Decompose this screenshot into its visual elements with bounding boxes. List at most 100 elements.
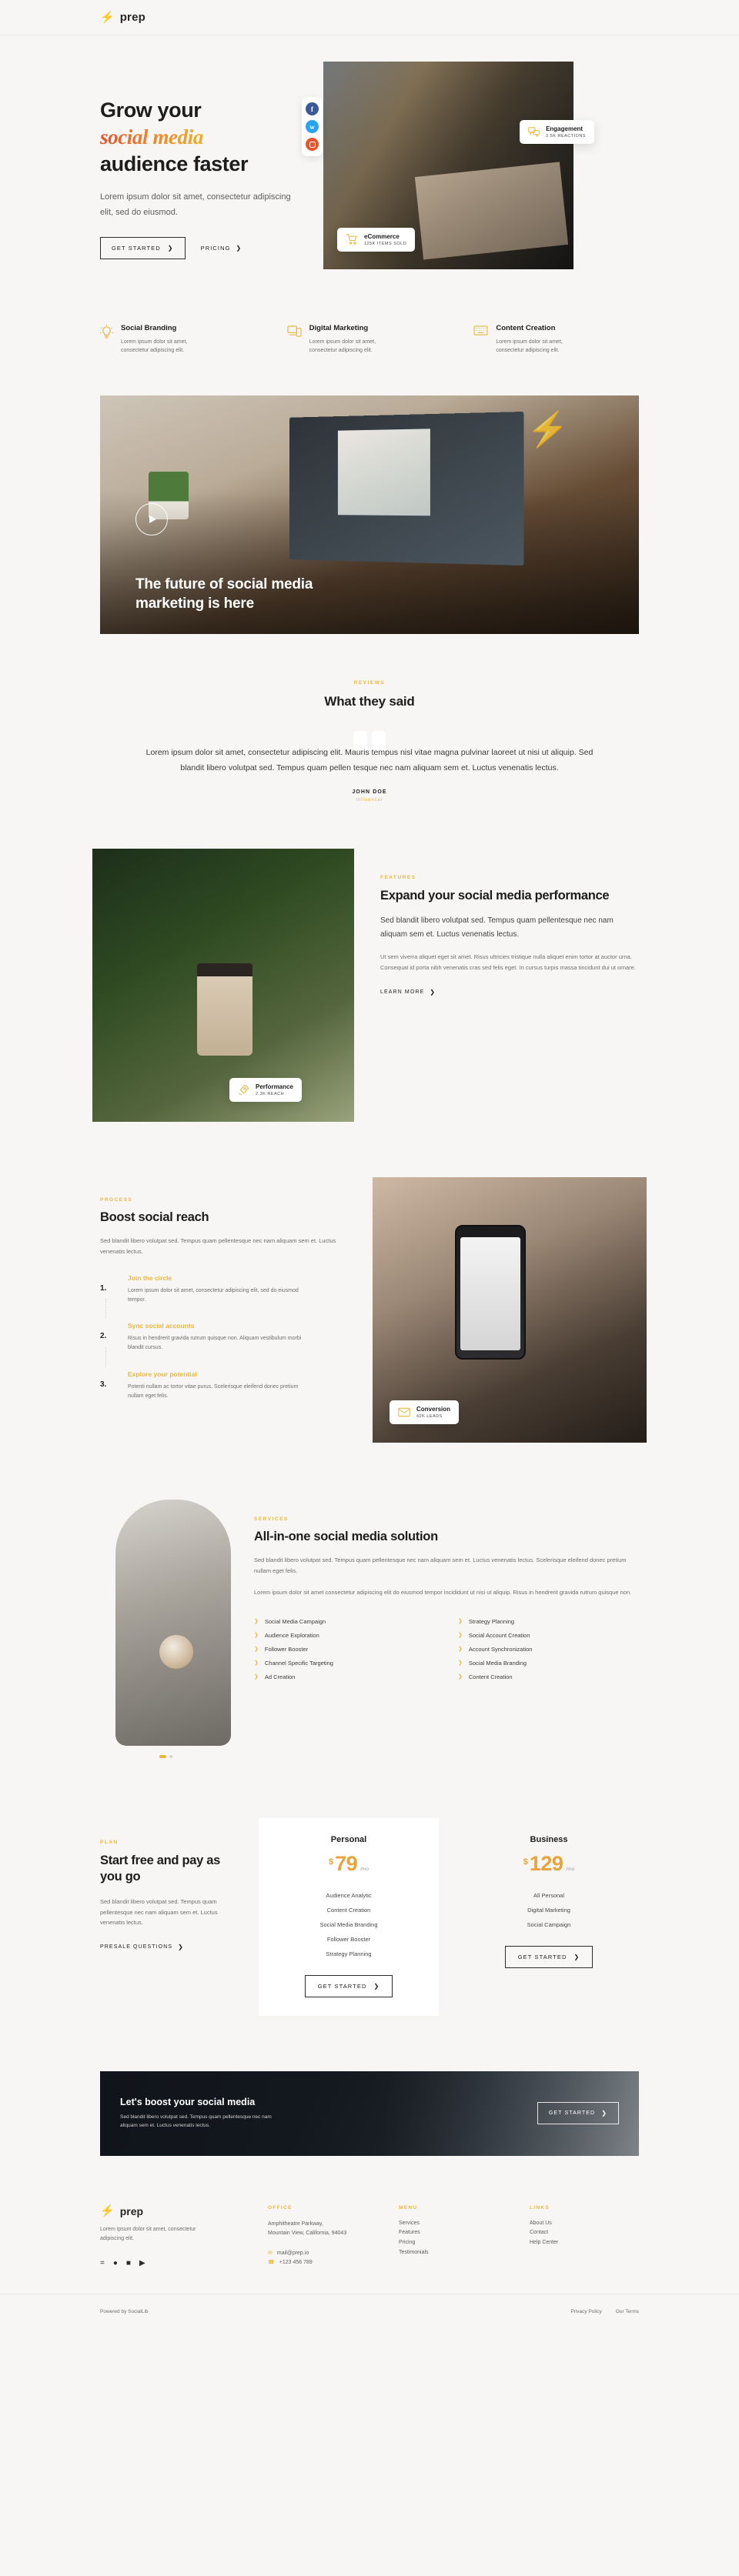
brand-name[interactable]: prep [120, 11, 145, 24]
engagement-badge: Engagement 2.5K REACTIONS [520, 120, 594, 144]
footer-email[interactable]: ✉ mail@prep.io [268, 2248, 377, 2257]
footer-link-item[interactable]: Contact [530, 2228, 639, 2238]
expand-eyebrow: FEATURES [380, 874, 416, 880]
footer-office-heading: OFFICE [268, 2204, 293, 2211]
bolt-icon: ⚡ [100, 2204, 115, 2218]
carousel-dot-active[interactable] [159, 1754, 166, 1758]
footer-email-value: mail@prep.io [276, 2250, 309, 2256]
feature-title: Digital Marketing [309, 323, 369, 332]
list-item[interactable]: ❯ Social Media Campaign [254, 1614, 435, 1628]
feature-title: Social Branding [121, 323, 177, 332]
plan-name: Business [530, 1834, 568, 1844]
plan-feature: Social Media Branding [319, 1920, 378, 1928]
engagement-title: Engagement [546, 125, 584, 132]
facebook-icon[interactable]: f [306, 102, 319, 115]
price-amount: 129 [529, 1851, 563, 1875]
services-eyebrow: SERVICES [254, 1516, 289, 1522]
chevron-right-icon: ❯ [254, 1660, 259, 1667]
plan-personal-cta[interactable]: GET STARTED ❯ [304, 1974, 393, 1997]
footer-link-item[interactable]: About Us [530, 2219, 639, 2229]
process-section: PROCESS Boost social reach Sed blandit l… [100, 1176, 647, 1443]
hero-actions: GET STARTED ❯ PRICING ❯ [100, 236, 354, 259]
footer-office-col: OFFICE Amphitheatre Parkway, Mountain Vi… [268, 2205, 377, 2268]
chevron-right-icon: ❯ [254, 1619, 259, 1625]
pricing-section: PLAN Start free and pay as you go Sed bl… [100, 1817, 639, 2016]
reviews-eyebrow: REVIEWS [353, 679, 386, 686]
footer-link-item[interactable]: Help Center [530, 2238, 639, 2248]
video-caption: The future of social media marketing is … [135, 575, 313, 614]
list-item[interactable]: ❯ Social Media Branding [458, 1656, 639, 1670]
twitter-icon[interactable]: ● [113, 2259, 118, 2267]
play-icon [149, 515, 156, 523]
footer-menu-item[interactable]: Testimonials [399, 2248, 508, 2258]
privacy-policy-link[interactable]: Privacy Policy [570, 2309, 601, 2314]
carousel-dots[interactable] [100, 1754, 231, 1758]
carousel-dot[interactable] [169, 1754, 172, 1758]
facebook-icon[interactable]: = [100, 2259, 105, 2267]
footer-menu-item[interactable]: Features [399, 2228, 508, 2238]
shopping-cart-icon [346, 234, 358, 245]
list-item-label: Content Creation [468, 1673, 513, 1680]
chevron-right-icon: ❯ [254, 1674, 259, 1680]
video-thumbnail[interactable]: ⚡ The future of social media marketing i… [100, 395, 639, 634]
conversion-sub: 42K LEADS [416, 1413, 443, 1419]
list-item[interactable]: ❯ Account Synchronization [458, 1642, 639, 1656]
footer-phone[interactable]: ☎ +123 456 789 [268, 2257, 377, 2267]
footer-office-address: Amphitheatre Parkway, Mountain View, Cal… [268, 2220, 377, 2239]
list-item[interactable]: ❯ Ad Creation [254, 1670, 435, 1683]
list-item-label: Ad Creation [264, 1673, 296, 1680]
office-line1: Amphitheatre Parkway, [268, 2221, 323, 2227]
chat-bubbles-icon [528, 127, 540, 137]
ecommerce-sub: 125K ITEMS SOLD [364, 241, 407, 246]
list-item[interactable]: ❯ Channel Specific Targeting [254, 1656, 435, 1670]
chevron-right-icon: ❯ [601, 2110, 607, 2117]
process-intro: Sed blandit libero volutpat sed. Tempus … [100, 1236, 336, 1255]
twitter-icon[interactable]: w [306, 120, 319, 133]
list-item[interactable]: ❯ Audience Exploration [254, 1628, 435, 1642]
presale-label: PRESALE QUESTIONS [100, 1944, 173, 1950]
list-item[interactable]: ❯ Follower Booster [254, 1642, 435, 1656]
learn-more-link[interactable]: LEARN MORE ❯ [380, 989, 436, 996]
feature-text: Lorem ipsum dolor sit amet, consectetur … [121, 339, 188, 354]
footer-menu-item[interactable]: Pricing [399, 2238, 508, 2248]
plan-business-cta[interactable]: GET STARTED ❯ [504, 1945, 594, 1968]
step-text: Risus in hendrerit gravida rutrum quisqu… [128, 1336, 302, 1351]
footer-menu-list: Services Features Pricing Testimonials [399, 2219, 508, 2257]
play-button[interactable] [135, 502, 168, 536]
instagram-icon[interactable] [306, 138, 319, 151]
presale-questions-link[interactable]: PRESALE QUESTIONS ❯ [100, 1944, 184, 1950]
footer-brand-col: ⚡ prep Lorem ipsum dolor sit amet, conse… [100, 2205, 246, 2268]
process-step: 2. Sync social accounts Risus in hendrer… [100, 1322, 346, 1370]
reviews-section: REVIEWS What they said Lorem ipsum dolor… [100, 680, 639, 802]
review-quote: Lorem ipsum dolor sit amet, consectetur … [145, 747, 594, 773]
devices-icon [287, 324, 302, 355]
list-item[interactable]: ❯ Content Creation [458, 1670, 639, 1683]
process-copy: PROCESS Boost social reach Sed blandit l… [100, 1177, 346, 1401]
get-started-label: GET STARTED [112, 244, 161, 252]
ecommerce-badge: eCommerce 125K ITEMS SOLD [337, 227, 416, 252]
instagram-icon[interactable]: ■ [126, 2259, 131, 2267]
plan-features: All Personal Digital Marketing Social Ca… [471, 1888, 627, 1932]
cta-button-label: GET STARTED [548, 2111, 596, 2117]
list-item[interactable]: ❯ Social Account Creation [458, 1628, 639, 1642]
chevron-right-icon: ❯ [254, 1647, 259, 1653]
plan-feature: Audience Analytic [326, 1891, 372, 1899]
video-caption-line2: marketing is here [135, 596, 254, 612]
pricing-body: Sed blandit libero volutpat sed. Tempus … [100, 1897, 218, 1927]
terms-link[interactable]: Our Terms [616, 2309, 639, 2314]
footer-menu-item[interactable]: Services [399, 2219, 508, 2229]
envelope-icon [398, 1407, 410, 1417]
cta-button[interactable]: GET STARTED ❯ [537, 2102, 619, 2125]
keyboard-icon [473, 324, 488, 355]
plan-price: $ 129 /mo [471, 1851, 627, 1875]
cta-banner: Let's boost your social media Sed blandi… [100, 2070, 639, 2156]
services-para2: Lorem ipsum dolor sit amet consectetur a… [254, 1588, 632, 1596]
youtube-icon[interactable]: ▶ [139, 2259, 145, 2267]
list-item[interactable]: ❯ Strategy Planning [458, 1614, 639, 1628]
step-text: Lorem ipsum dolor sit amet, consectetur … [128, 1287, 299, 1303]
pricing-link[interactable]: PRICING ❯ [193, 238, 250, 259]
footer-brand[interactable]: ⚡ prep [100, 2205, 246, 2217]
step-number: 3. [100, 1380, 107, 1389]
step-title: Join the circle [128, 1273, 172, 1282]
get-started-button[interactable]: GET STARTED ❯ [100, 236, 186, 259]
